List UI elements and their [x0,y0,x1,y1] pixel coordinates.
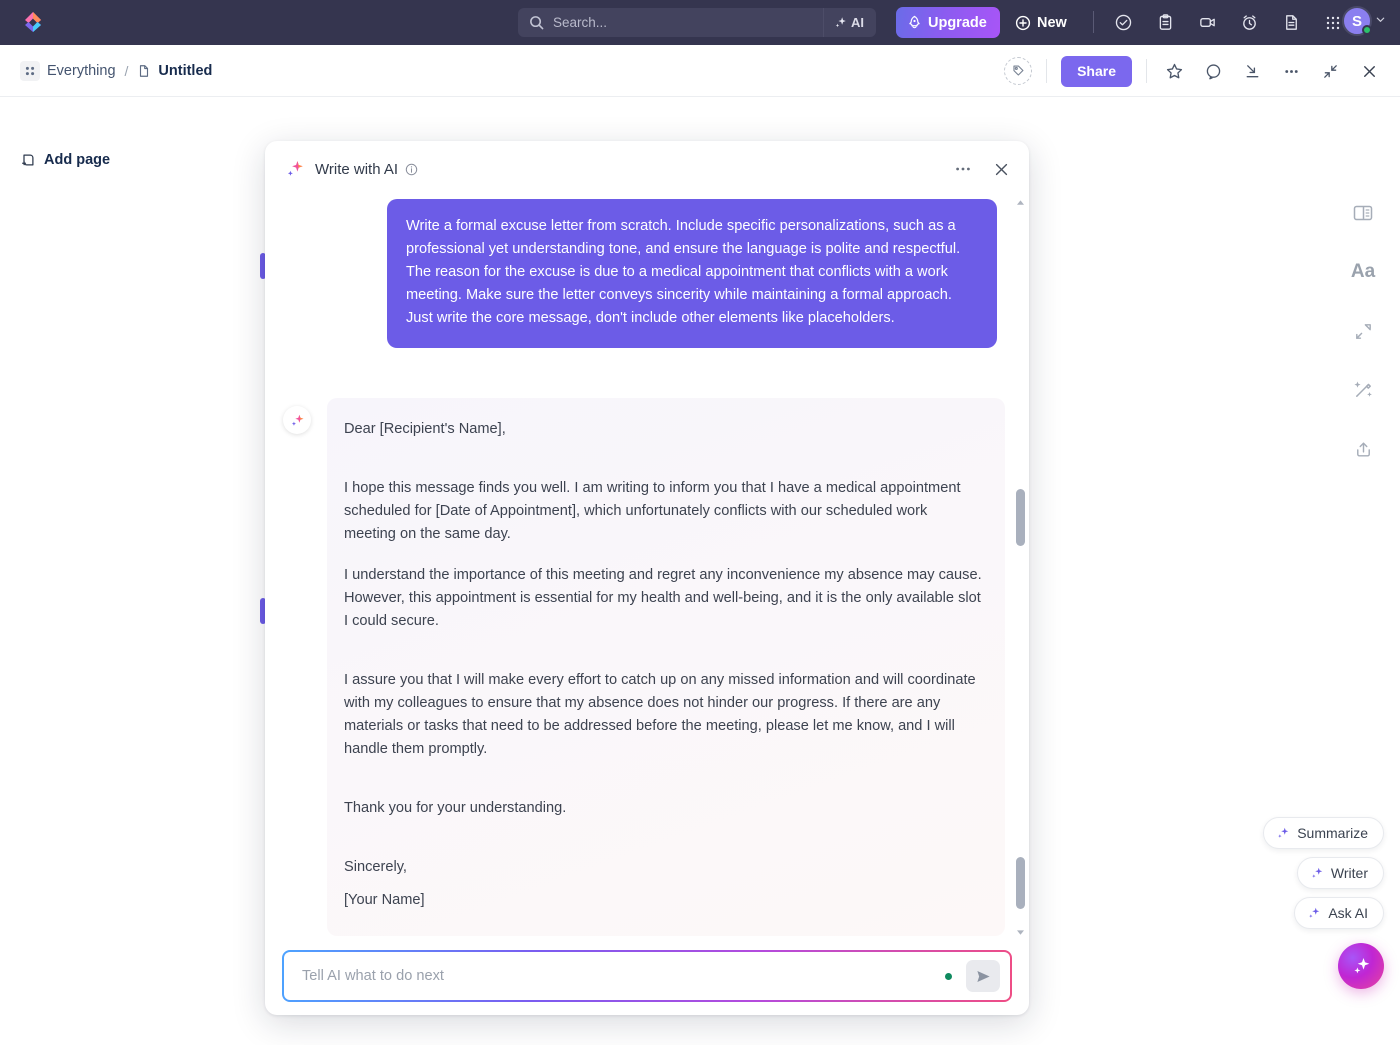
star-icon[interactable] [1159,56,1189,86]
new-label: New [1037,15,1067,31]
add-page-icon [20,152,36,168]
chevron-down-icon[interactable] [1375,12,1386,30]
ai-prompt-field-wrapper [282,950,1012,1002]
more-horizontal-icon[interactable] [951,157,975,181]
rocket-icon [909,15,920,29]
ai-paragraph-1: I hope this message finds you well. I am… [344,480,961,542]
plus-circle-icon [1015,15,1031,31]
floating-ai-actions: Summarize Writer Ask AI [1263,817,1384,929]
minimize-icon[interactable] [1315,56,1345,86]
scroll-down-arrow-icon[interactable] [1017,929,1024,935]
send-button[interactable] [966,960,1000,992]
divider [1146,59,1147,83]
font-size-icon[interactable]: Aa [1348,257,1378,287]
scroll-up-arrow-icon[interactable] [1017,199,1024,205]
topbar-icon-group [1110,9,1346,36]
share-upload-icon[interactable] [1348,434,1378,464]
top-navigation-bar: Search... AI Upgrade New S [0,0,1400,45]
new-button[interactable]: New [1015,9,1067,37]
check-circle-icon[interactable] [1110,9,1136,36]
avatar-initial: S [1351,12,1362,30]
search-ai-button[interactable]: AI [823,8,876,37]
summarize-button[interactable]: Summarize [1263,817,1384,849]
document-right-toolbar: Aa [1348,198,1378,464]
user-avatar-menu[interactable]: S [1342,6,1386,36]
modal-header: Write with AI [265,141,1029,197]
close-icon[interactable] [1354,56,1384,86]
breadcrumb-space-link[interactable]: Everything [47,63,116,79]
document-header-bar: Everything / Untitled Share [0,45,1400,97]
sparkle-icon [291,414,303,426]
sparkle-icon [1309,907,1320,918]
ask-ai-button[interactable]: Ask AI [1294,897,1384,929]
conversation-body: Write a formal excuse letter from scratc… [265,197,1029,937]
write-with-ai-modal: Write with AI Write a formal excuse lett… [265,141,1029,1015]
search-ai-label: AI [851,15,864,30]
ai-prompt-input[interactable] [302,968,945,984]
sparkle-icon [1278,827,1289,838]
search-input-placeholder[interactable]: Search... [553,15,607,30]
sparkle-icon [1354,958,1370,974]
clipboard-icon[interactable] [1152,9,1178,36]
modal-scrollbar[interactable] [1016,199,1025,935]
alarm-clock-icon[interactable] [1236,9,1262,36]
upgrade-label: Upgrade [928,14,987,31]
more-horizontal-icon[interactable] [1276,56,1306,86]
global-search-box[interactable]: Search... AI [518,8,876,37]
toolbar-divider [1093,11,1094,33]
avatar[interactable]: S [1342,6,1372,36]
close-icon[interactable] [989,157,1013,181]
divider [1046,59,1048,83]
ai-message-row: Dear [Recipient's Name], I hope this mes… [265,398,1029,936]
modal-footer [265,937,1029,1015]
document-icon[interactable] [1278,9,1304,36]
panel-layout-icon[interactable] [1348,198,1378,228]
inner-scroll-thumb[interactable] [1016,857,1025,909]
grid-dots-icon[interactable] [20,60,40,81]
magic-wand-icon[interactable] [1348,375,1378,405]
sparkle-icon [835,17,846,28]
add-page-button[interactable]: Add page [20,152,110,168]
search-icon [529,15,544,30]
document-icon [137,64,151,78]
ai-signoff: Sincerely, [344,859,407,875]
ai-paragraph-2: I understand the importance of this meet… [344,567,982,629]
ai-response-card[interactable]: Dear [Recipient's Name], I hope this mes… [327,398,1005,936]
writer-label: Writer [1330,865,1368,881]
resize-arrows-icon[interactable] [1348,316,1378,346]
ai-avatar [283,406,311,434]
upgrade-button[interactable]: Upgrade [896,7,1000,38]
search-circle-icon[interactable] [1198,56,1228,86]
tag-icon[interactable] [1004,57,1033,85]
send-icon [976,970,990,982]
page-title[interactable]: Untitled [158,63,212,79]
online-status-dot [1362,25,1372,35]
writer-button[interactable]: Writer [1296,857,1384,889]
ai-salutation: Dear [Recipient's Name], [344,421,506,437]
info-circle-icon[interactable] [405,163,418,176]
add-page-label: Add page [44,152,111,168]
collapse-down-icon[interactable] [1237,56,1267,86]
modal-title: Write with AI [315,160,399,178]
breadcrumb: Everything / Untitled [20,60,212,81]
share-button[interactable]: Share [1061,55,1132,87]
sparkle-icon [1312,867,1323,878]
ask-ai-label: Ask AI [1328,905,1368,921]
clickup-logo-icon[interactable] [20,9,46,35]
sparkle-icon [285,159,305,179]
summarize-label: Summarize [1297,825,1368,841]
ai-fab-button[interactable] [1338,943,1384,989]
ai-signature: [Your Name] [344,892,425,908]
ai-thanks: Thank you for your understanding. [344,800,567,816]
modal-scroll-thumb[interactable] [1016,489,1025,546]
video-camera-icon[interactable] [1194,9,1220,36]
document-actions: Share [1004,45,1384,97]
user-message-row: Write a formal excuse letter from scratc… [265,199,1029,348]
breadcrumb-separator: / [124,62,129,79]
user-prompt-bubble: Write a formal excuse letter from scratc… [387,199,997,348]
modal-header-actions [951,157,1013,181]
ai-paragraph-3: I assure you that I will make every effo… [344,672,976,757]
online-dot [945,972,952,980]
